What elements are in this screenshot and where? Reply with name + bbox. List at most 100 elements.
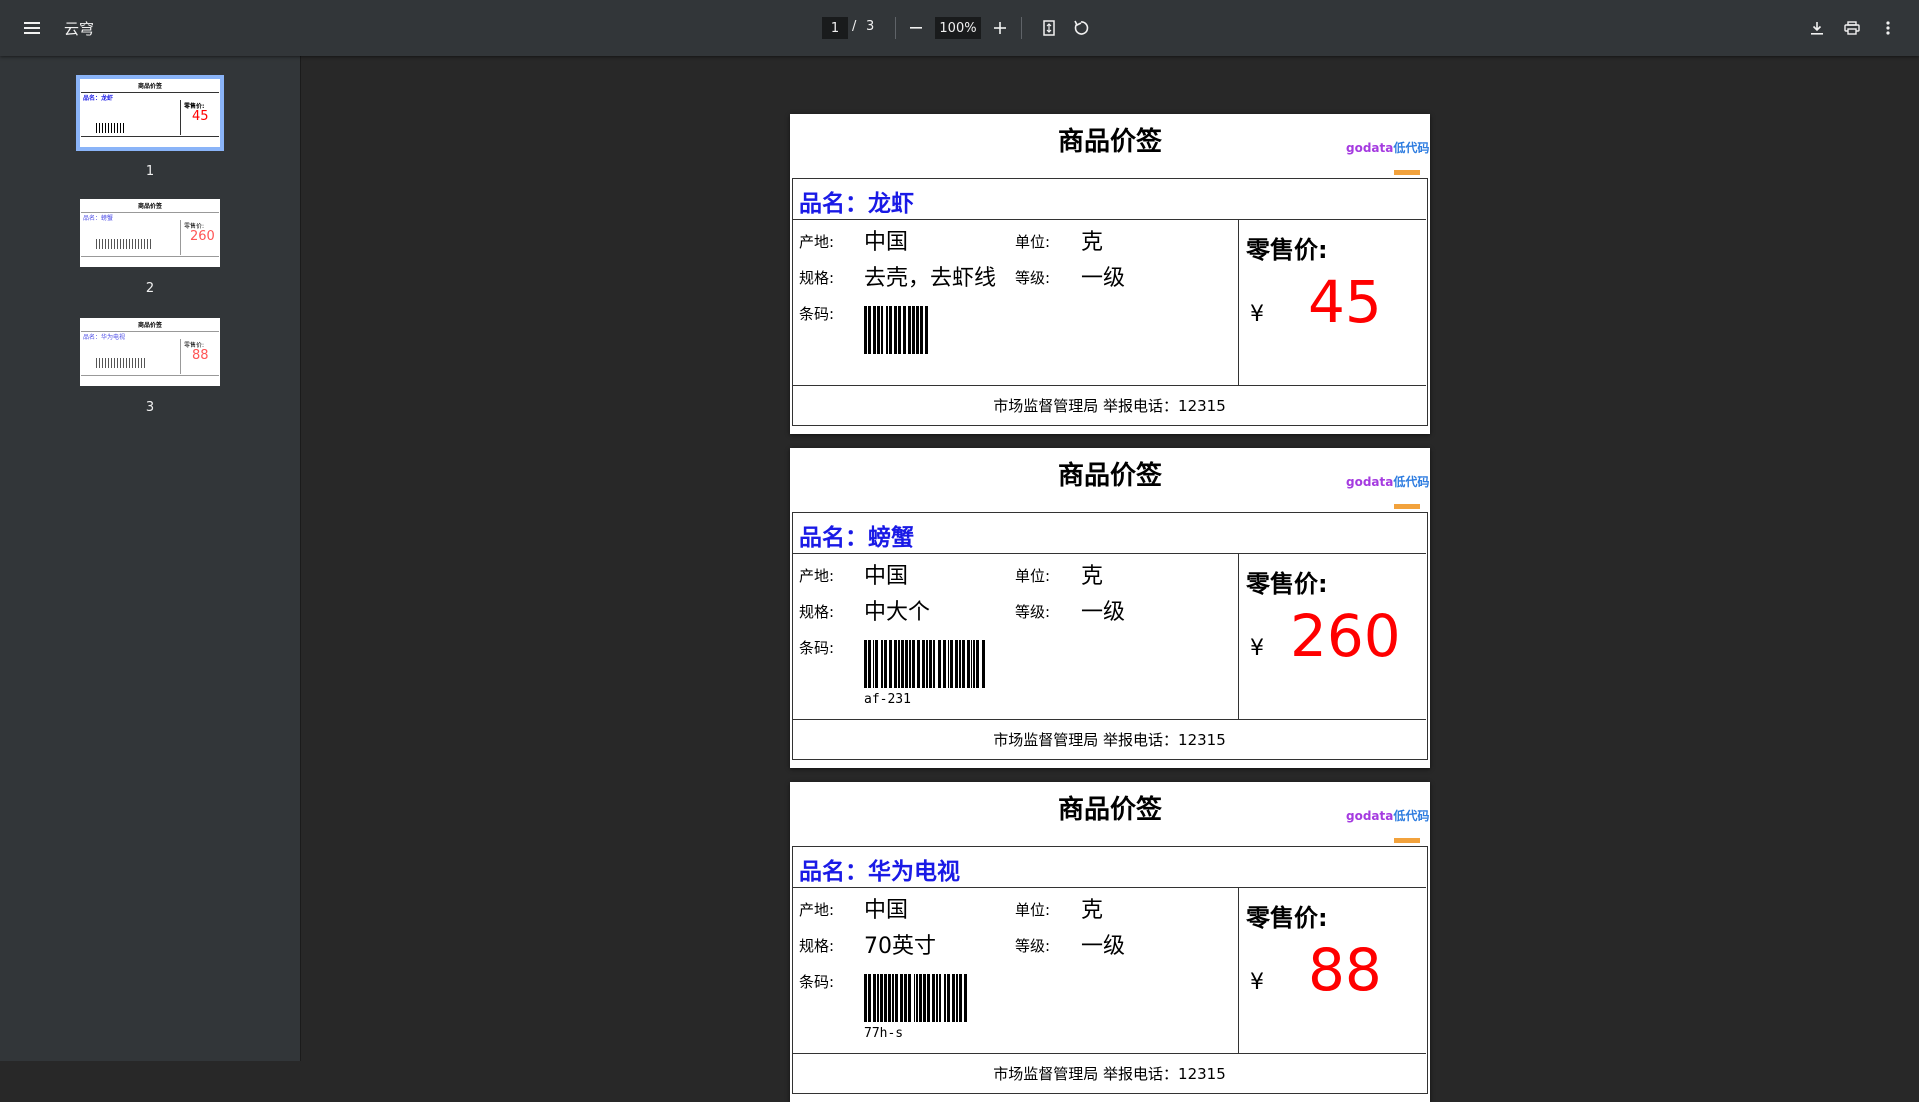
product-name-row: 品名：螃蟹 — [793, 513, 1426, 554]
barcode-bar — [916, 974, 918, 1022]
price-label: 零售价: — [1246, 236, 1328, 264]
barcode-bar — [982, 640, 985, 688]
zoom-out-button[interactable] — [906, 18, 926, 38]
thumbnail-number: 1 — [145, 164, 155, 179]
barcode-bar — [912, 640, 915, 688]
barcode-bar — [909, 640, 911, 688]
thumb-title: 商品价签 — [137, 83, 162, 90]
origin-value: 中国 — [864, 230, 909, 255]
thumb-price: 88 — [192, 348, 209, 363]
barcode-bar — [898, 640, 900, 688]
barcode-bar — [864, 974, 867, 1022]
logo-tag — [1394, 838, 1420, 843]
thumbnail-number: 3 — [145, 400, 155, 415]
product-info: 产地: 中国 单位: 克 规格: 70英寸 等级: 一级 条码: 77h-s — [793, 888, 1239, 1053]
print-button[interactable] — [1841, 17, 1863, 39]
product-name: 品名：螃蟹 — [799, 525, 914, 551]
thumb-line — [81, 136, 219, 137]
thumbnail-number: 2 — [145, 281, 155, 296]
barcode-bar — [873, 974, 876, 1022]
menu-icon[interactable] — [18, 14, 46, 42]
download-icon — [1811, 22, 1823, 35]
unit-value: 克 — [1081, 564, 1104, 589]
rotate-button[interactable] — [1070, 17, 1092, 39]
thumb-barcode — [96, 239, 152, 249]
grade-label: 等级: — [1015, 937, 1051, 955]
label-footer: 市场监督管理局 举报电话：12315 — [793, 719, 1426, 760]
barcode-bar — [919, 974, 922, 1022]
barcode-bar — [964, 974, 967, 1022]
barcode-bar — [912, 306, 915, 354]
barcode-bar — [881, 306, 883, 354]
more-options-button[interactable] — [1878, 17, 1898, 39]
page-thumbnail-3[interactable]: 商品价签 品名：华为电视 零售价: 88 — [80, 318, 220, 386]
thumb-line — [81, 256, 219, 257]
more-vert-icon — [1886, 21, 1890, 35]
origin-label: 产地: — [799, 233, 835, 251]
barcode-text: af-231 — [864, 692, 911, 707]
origin-value: 中国 — [864, 898, 909, 923]
barcode — [864, 640, 985, 688]
barcode-bar — [868, 640, 871, 688]
label-title: 商品价签 — [1057, 461, 1162, 491]
spec-value: 中大个 — [864, 600, 931, 625]
spec-label: 规格: — [799, 269, 835, 287]
barcode-bar — [927, 974, 930, 1022]
barcode-bar — [877, 974, 879, 1022]
page-thumbnail-1[interactable]: 商品价签 品名：龙虾 零售价: 45 — [76, 75, 224, 151]
pdf-page-1: 商品价签 godata低代码 品名：龙虾 产地: 中国 单位: 克 规格: 去壳… — [790, 114, 1430, 434]
zoom-input[interactable] — [935, 17, 981, 39]
barcode-bar — [971, 640, 972, 688]
page-thumbnail-2[interactable]: 商品价签 品名：螃蟹 零售价: 260 — [80, 199, 220, 267]
barcode-bar — [873, 640, 874, 688]
price-value: 88 — [1308, 936, 1382, 1004]
barcode-bar — [938, 640, 941, 688]
barcode-bar — [929, 640, 932, 688]
barcode-bar — [886, 306, 888, 354]
barcode-bar — [905, 640, 908, 688]
price-label: 零售价: — [1246, 904, 1328, 932]
zoom-in-button[interactable] — [990, 18, 1010, 38]
barcode-bar — [922, 640, 925, 688]
barcode-bar — [895, 974, 898, 1022]
barcode-bar — [877, 306, 880, 354]
origin-label: 产地: — [799, 901, 835, 919]
label-title: 商品价签 — [1057, 795, 1162, 825]
barcode-bar — [962, 640, 965, 688]
price-tag-card: 品名：华为电视 产地: 中国 单位: 克 规格: 70英寸 等级: 一级 条码:… — [792, 846, 1428, 1094]
barcode-bar — [904, 974, 907, 1022]
toolbar-divider — [1021, 17, 1022, 39]
toolbar-divider — [895, 17, 896, 39]
unit-value: 克 — [1081, 230, 1104, 255]
price-tag-card: 品名：螃蟹 产地: 中国 单位: 克 规格: 中大个 等级: 一级 条码: af… — [792, 512, 1428, 760]
print-icon — [1844, 21, 1860, 35]
label-footer: 市场监督管理局 举报电话：12315 — [793, 385, 1426, 426]
price-value: 45 — [1308, 268, 1382, 336]
logo-tag — [1394, 170, 1420, 175]
barcode-bar — [973, 640, 975, 688]
spec-value: 去壳，去虾线 — [864, 266, 997, 291]
thumb-name: 品名：螃蟹 — [83, 215, 114, 222]
barcode-bar — [948, 640, 949, 688]
page-number-input[interactable] — [822, 17, 848, 39]
barcode-bar — [900, 974, 903, 1022]
download-button[interactable] — [1806, 17, 1828, 39]
barcode-bar — [894, 640, 897, 688]
barcode-bar — [908, 306, 911, 354]
barcode-bar — [903, 306, 906, 354]
page-separator: / — [852, 19, 857, 34]
barcode-bar — [914, 974, 915, 1022]
spec-label: 规格: — [799, 937, 835, 955]
logo: godata低代码 — [1346, 475, 1430, 489]
thumb-price: 260 — [190, 229, 215, 244]
barcode-bar — [939, 974, 941, 1022]
minus-icon — [910, 27, 922, 29]
price-label: 零售价: — [1246, 570, 1328, 598]
fit-page-button[interactable] — [1038, 17, 1060, 39]
barcode-text: 77h-s — [864, 1026, 904, 1041]
barcode-label: 条码: — [799, 973, 835, 991]
label-footer: 市场监督管理局 举报电话：12315 — [793, 1053, 1426, 1094]
fit-page-icon — [1043, 20, 1055, 36]
product-name-row: 品名：华为电视 — [793, 847, 1426, 888]
product-name: 品名：华为电视 — [799, 859, 960, 885]
